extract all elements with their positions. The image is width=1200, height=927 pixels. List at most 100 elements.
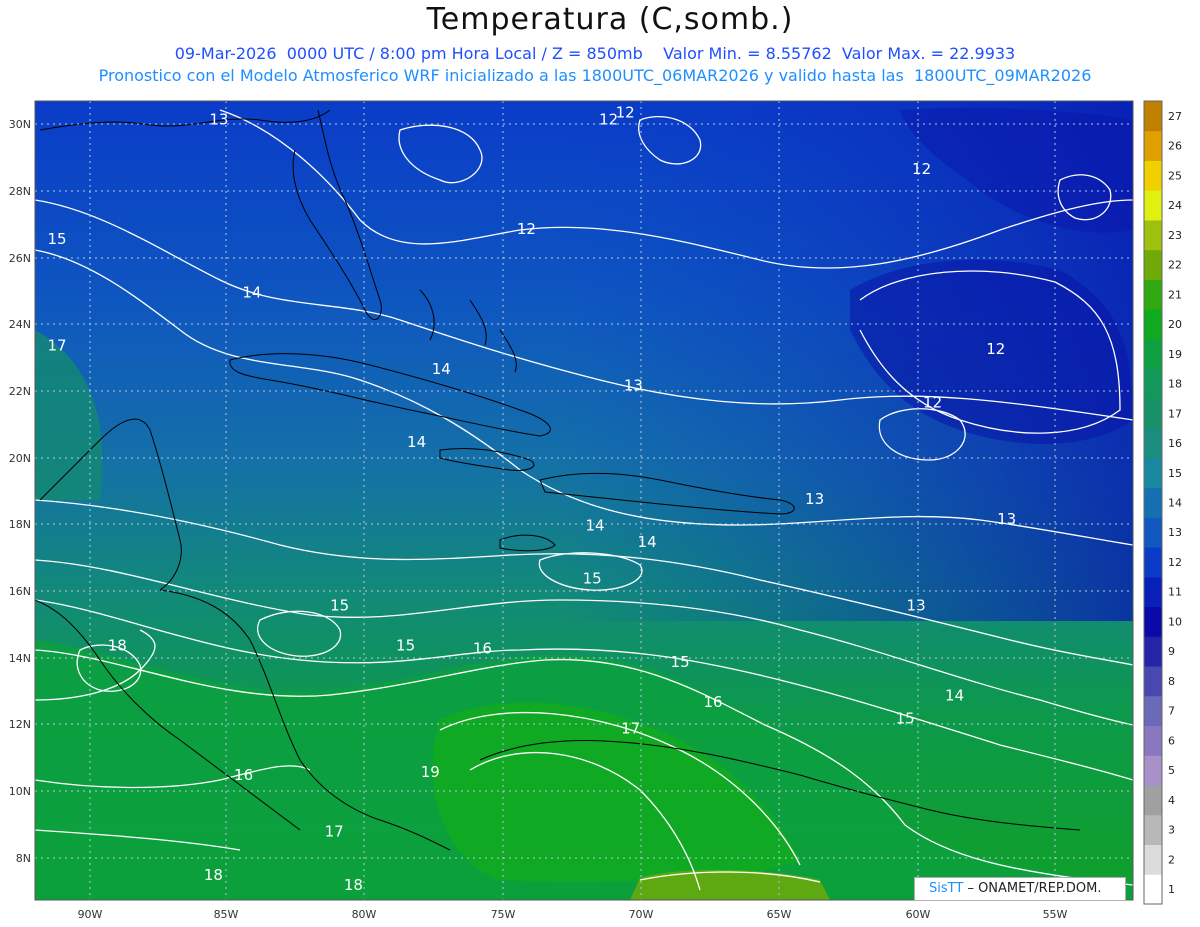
colorbar-label: 3 [1168,824,1175,837]
colorbar-label: 16 [1168,437,1182,450]
colorbar-label: 1 [1168,883,1175,896]
contour-label: 14 [407,433,426,451]
contour-label: 12 [912,160,931,178]
colorbar-swatch [1144,487,1162,518]
colorbar-label: 8 [1168,675,1175,688]
map-field [35,101,1133,900]
colorbar-label: 7 [1168,705,1175,718]
colorbar-swatch [1144,576,1162,608]
colorbar-swatch [1144,279,1162,310]
colorbar-swatch [1144,101,1162,132]
colorbar-swatch [1144,219,1162,251]
contour-label: 16 [703,693,722,711]
contour-label: 15 [330,596,349,614]
contour-label: 17 [621,720,640,738]
contour-label: 18 [344,876,363,894]
colorbar-label: 6 [1168,734,1175,747]
colorbar-label: 15 [1168,467,1182,480]
colorbar-label: 10 [1168,616,1182,629]
colorbar-legend: 1234567891011121314151617181920212223242… [1143,100,1182,905]
contour-label: 17 [325,823,344,841]
colorbar-swatch [1144,309,1162,340]
colorbar-swatch [1144,666,1162,697]
colorbar-swatch [1144,814,1162,846]
colorbar-swatch [1144,636,1162,667]
lat-tick-label: 18N [9,518,31,531]
contour-label: 12 [923,393,942,411]
colorbar-swatch [1144,547,1162,578]
contour-label: 15 [396,636,415,654]
colorbar-label: 24 [1168,199,1182,212]
colorbar-label: 20 [1168,318,1182,331]
lat-tick-label: 8N [16,852,31,865]
colorbar-label: 22 [1168,259,1182,272]
colorbar-swatch [1144,755,1162,786]
contour-label: 12 [517,220,536,238]
colorbar-swatch [1144,130,1162,161]
lon-tick-label: 90W [78,908,103,921]
colorbar-swatch [1144,160,1162,191]
lat-tick-label: 24N [9,318,31,331]
lat-tick-label: 16N [9,585,31,598]
lat-tick-label: 28N [9,185,31,198]
colorbar-label: 11 [1168,586,1182,599]
credit-brand: SisTT [929,881,964,896]
colorbar-swatch [1144,606,1162,637]
contour-label: 13 [209,110,228,128]
latitude-axis: 30N 28N 26N 24N 22N 20N 18N 16N 14N 12N … [9,118,31,865]
colorbar-label: 5 [1168,764,1175,777]
colorbar-swatch [1144,844,1162,875]
colorbar-label: 12 [1168,556,1182,569]
colorbar-label: 27 [1168,110,1182,123]
contour-label: 14 [585,517,604,535]
colorbar-swatch [1144,517,1162,548]
lon-tick-label: 80W [352,908,377,921]
colorbar-swatch [1144,785,1162,816]
colorbar-swatch [1144,457,1162,489]
contour-label: 15 [896,710,915,728]
colorbar-label: 21 [1168,288,1182,301]
colorbar-label: 23 [1168,229,1182,242]
credit-org: – ONAMET/REP.DOM. [967,881,1102,896]
contour-label: 19 [421,763,440,781]
contour-label: 13 [907,596,926,614]
colorbar-swatch [1144,874,1162,905]
lat-tick-label: 20N [9,452,31,465]
lat-tick-label: 14N [9,652,31,665]
colorbar-label: 18 [1168,378,1182,391]
lon-tick-label: 55W [1043,908,1068,921]
lon-tick-label: 75W [491,908,516,921]
temperature-map: 90W 85W 80W 75W 70W 65W 60W 55W 30N 28N … [9,100,1182,921]
colorbar-label: 26 [1168,140,1182,153]
contour-label: 16 [473,640,492,658]
longitude-axis: 90W 85W 80W 75W 70W 65W 60W 55W [78,908,1068,921]
lat-tick-label: 26N [9,252,31,265]
lat-tick-label: 30N [9,118,31,131]
contour-label: 18 [204,866,223,884]
lat-tick-label: 10N [9,785,31,798]
lon-tick-label: 85W [214,908,239,921]
colorbar-swatch [1144,368,1162,399]
contour-label: 14 [945,686,964,704]
colorbar-swatch [1144,398,1162,429]
colorbar-label: 25 [1168,169,1182,182]
contour-label: 14 [638,533,657,551]
colorbar-swatch [1144,190,1162,221]
credit-badge: SisTT – ONAMET/REP.DOM. [914,877,1126,901]
colorbar-label: 19 [1168,348,1182,361]
contour-label: 16 [234,766,253,784]
colorbar-swatch [1144,695,1162,727]
contour-label: 15 [671,653,690,671]
colorbar-swatch [1144,249,1162,280]
contour-label: 18 [108,636,127,654]
contour-label: 14 [432,360,451,378]
lon-tick-label: 70W [629,908,654,921]
colorbar-label: 13 [1168,526,1182,539]
contour-label: 15 [47,230,66,248]
colorbar-label: 4 [1168,794,1175,807]
lat-tick-label: 12N [9,718,31,731]
contour-label: 12 [986,340,1005,358]
contour-label: 17 [47,337,66,355]
contour-label: 14 [242,283,261,301]
colorbar-label: 14 [1168,497,1182,510]
